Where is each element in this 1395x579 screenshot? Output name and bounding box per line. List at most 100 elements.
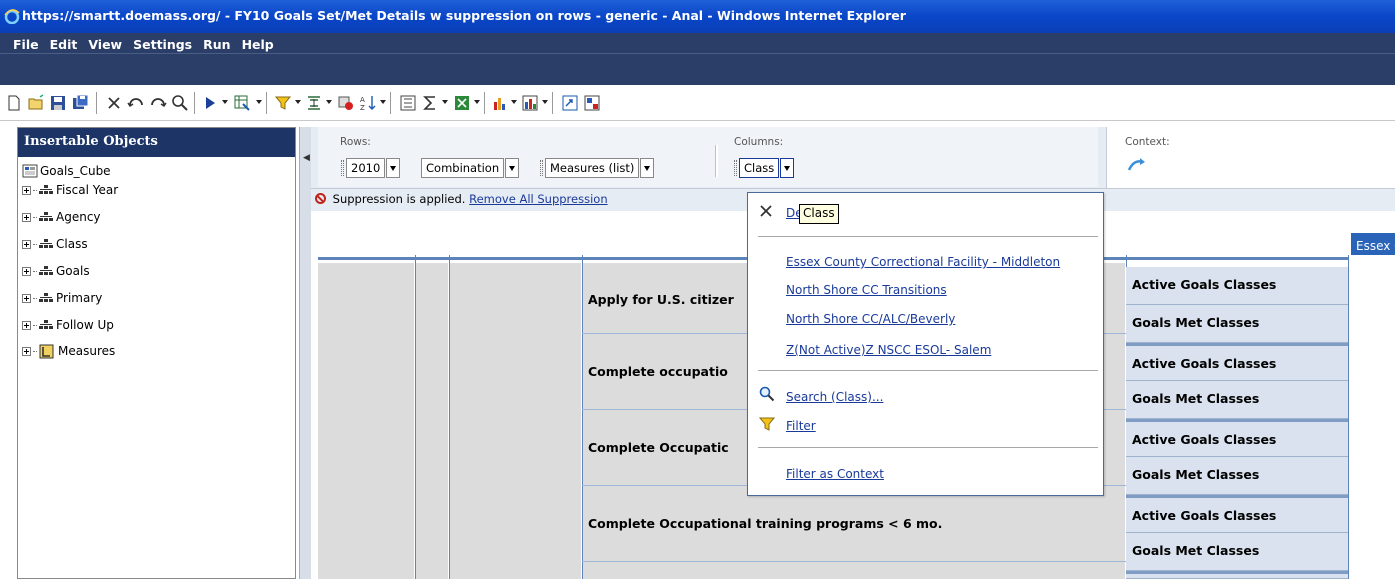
hierarchy-icon — [39, 212, 53, 222]
expand-icon[interactable] — [22, 293, 31, 303]
sort-icon[interactable]: AZ — [358, 93, 378, 113]
tree-item-fiscal-year[interactable]: Fiscal Year — [22, 180, 118, 200]
drag-handle[interactable] — [540, 160, 543, 176]
member-item[interactable]: North Shore CC Transitions — [786, 283, 947, 297]
measure-row-label[interactable]: Active Goals Classes — [1126, 267, 1348, 305]
dropdown-arrow[interactable] — [256, 100, 262, 104]
filter-as-context-item[interactable]: Filter as Context — [786, 467, 884, 481]
delete-icon[interactable] — [759, 204, 773, 218]
save-icon[interactable] — [48, 93, 68, 113]
dropdown-arrow-icon[interactable] — [780, 158, 795, 178]
save-as-icon[interactable] — [70, 93, 90, 113]
layout-icon[interactable] — [582, 93, 602, 113]
run-icon[interactable] — [200, 93, 220, 113]
measure-row-label[interactable]: Goals Met Classes — [1126, 533, 1348, 571]
menu-settings[interactable]: Settings — [128, 33, 198, 53]
window-title: https://smartt.doemass.org/ - FY10 Goals… — [22, 8, 906, 23]
rows-label: Rows: — [340, 136, 371, 148]
goal-row-label[interactable]: Complete Occupatic — [588, 440, 729, 455]
expand-icon[interactable] — [22, 346, 31, 356]
open-icon[interactable] — [26, 93, 46, 113]
dropdown-arrow[interactable] — [295, 100, 301, 104]
cube-icon — [22, 164, 38, 178]
tree-item-class[interactable]: Class — [22, 234, 88, 254]
tree-item-measures[interactable]: Measures — [22, 341, 115, 361]
find-icon[interactable] — [170, 93, 190, 113]
expand-icon[interactable] — [22, 266, 31, 276]
tree-root[interactable]: Goals_Cube — [22, 161, 111, 181]
dropdown-arrow[interactable] — [442, 100, 448, 104]
row-item-2010[interactable]: 2010 — [341, 156, 401, 180]
excel-icon[interactable] — [452, 93, 472, 113]
tree-item-label: Goals — [56, 264, 90, 278]
menu-view[interactable]: View — [83, 33, 128, 53]
filter-item[interactable]: Filter — [786, 419, 816, 433]
new-icon[interactable] — [4, 93, 24, 113]
measure-row-label[interactable]: Goals Met Classes — [1126, 381, 1348, 419]
drag-handle[interactable] — [341, 160, 344, 176]
member-item[interactable]: Essex County Correctional Facility - Mid… — [786, 255, 1060, 269]
zone-divider — [715, 145, 718, 177]
member-item[interactable]: Z(Not Active)Z NSCC ESOL- Salem — [786, 343, 991, 357]
goal-row-label[interactable]: Apply for U.S. citizer — [588, 292, 734, 307]
dropdown-arrow[interactable] — [542, 100, 548, 104]
measure-row-label[interactable]: Goals Met Classes — [1126, 457, 1348, 495]
undo-icon[interactable] — [126, 93, 146, 113]
measure-row-label[interactable]: Goals Met Classes — [1126, 305, 1348, 343]
dropdown-arrow-icon[interactable] — [386, 158, 401, 178]
columns-label: Columns: — [734, 136, 784, 148]
delete-icon[interactable] — [104, 93, 124, 113]
calculate-icon[interactable] — [336, 93, 356, 113]
row-item-measures-list[interactable]: Measures (list) — [540, 156, 655, 180]
tree-item-primary[interactable]: Primary — [22, 288, 102, 308]
measure-row-label[interactable]: Active Goals Classes — [1126, 343, 1348, 381]
menu-run[interactable]: Run — [198, 33, 236, 53]
dropdown-arrow-icon[interactable] — [505, 158, 520, 178]
tree-item-label: Fiscal Year — [56, 183, 119, 197]
row-item-combination[interactable]: Combination — [421, 156, 520, 180]
dropdown-arrow[interactable] — [380, 100, 386, 104]
expand-icon[interactable] — [22, 239, 31, 249]
search-class-item[interactable]: Search (Class)... — [786, 390, 883, 404]
swap-icon[interactable] — [560, 93, 580, 113]
measure-row-label[interactable]: Active Goals Classes — [1126, 495, 1348, 533]
expand-icon[interactable] — [22, 185, 31, 195]
menu-divider — [758, 236, 1098, 237]
tree-item-follow-up[interactable]: Follow Up — [22, 315, 114, 335]
expand-icon[interactable] — [22, 212, 31, 222]
dropdown-arrow[interactable] — [326, 100, 332, 104]
bar-chart-icon[interactable] — [520, 93, 540, 113]
dropdown-arrow[interactable] — [474, 100, 480, 104]
filter-icon — [759, 417, 775, 431]
tree-item-goals[interactable]: Goals — [22, 261, 90, 281]
dropdown-arrow[interactable] — [511, 100, 517, 104]
menu-help[interactable]: Help — [237, 33, 280, 53]
panel-splitter[interactable]: ◀ — [299, 127, 311, 579]
expand-icon[interactable] — [22, 320, 31, 330]
redo-icon[interactable] — [148, 93, 168, 113]
chart-icon[interactable] — [490, 93, 510, 113]
suppress-icon[interactable] — [304, 93, 324, 113]
collapse-arrow-icon[interactable]: ◀ — [303, 153, 310, 163]
view-icon[interactable] — [232, 93, 252, 113]
measure-row-label[interactable]: Active Goals Classes — [1126, 419, 1348, 457]
goal-row-label[interactable]: Complete occupatio — [588, 364, 728, 379]
goal-row-label[interactable]: Complete Occupational training programs … — [588, 516, 942, 531]
drop-zones: Rows: Columns: 2010 Combination Measures… — [311, 127, 1395, 189]
menu-edit[interactable]: Edit — [45, 33, 84, 53]
hierarchy-icon — [39, 266, 53, 276]
sigma-icon[interactable] — [420, 93, 440, 113]
tree-item-label: Measures — [58, 344, 116, 358]
remove-suppression-link[interactable]: Remove All Suppression — [469, 192, 607, 206]
summary-icon[interactable] — [398, 93, 418, 113]
drag-handle[interactable] — [734, 160, 737, 176]
member-item[interactable]: North Shore CC/ALC/Beverly — [786, 312, 955, 326]
context-zone[interactable]: Context: — [1106, 127, 1395, 188]
filter-icon[interactable] — [273, 93, 293, 113]
dropdown-arrow-icon[interactable] — [640, 158, 655, 178]
class-context-menu: De Essex County Correctional Facility - … — [747, 192, 1104, 496]
column-item-class[interactable]: Class — [734, 156, 795, 180]
menu-file[interactable]: File — [8, 33, 45, 53]
dropdown-arrow[interactable] — [222, 100, 228, 104]
tree-item-agency[interactable]: Agency — [22, 207, 101, 227]
